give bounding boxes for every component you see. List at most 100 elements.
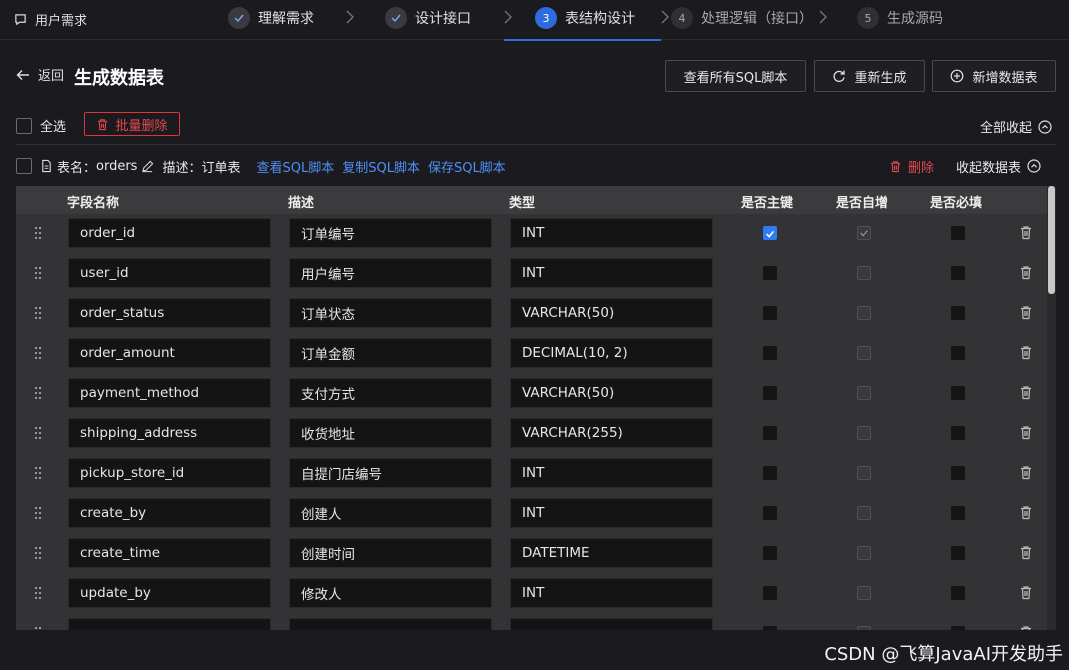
field-type-input[interactable]: DATETIME — [510, 538, 713, 568]
primary-key-checkbox[interactable] — [763, 466, 777, 480]
drag-handle-icon[interactable] — [33, 266, 43, 280]
required-checkbox[interactable] — [951, 266, 965, 280]
view-sql-link[interactable]: 查看SQL脚本 — [256, 157, 334, 176]
auto-increment-checkbox[interactable] — [857, 466, 871, 480]
primary-key-checkbox[interactable] — [763, 226, 777, 240]
field-desc-input[interactable]: 订单状态 — [289, 298, 492, 328]
required-checkbox[interactable] — [951, 626, 965, 630]
auto-increment-checkbox[interactable] — [857, 266, 871, 280]
primary-key-checkbox[interactable] — [763, 266, 777, 280]
trash-icon[interactable] — [1019, 265, 1033, 280]
copy-sql-link[interactable]: 复制SQL脚本 — [342, 157, 420, 176]
required-checkbox[interactable] — [951, 426, 965, 440]
drag-handle-icon[interactable] — [33, 226, 43, 240]
step-logic[interactable]: 4 处理逻辑（接口） — [671, 5, 813, 31]
field-desc-input[interactable]: 自提门店编号 — [289, 458, 492, 488]
auto-increment-checkbox[interactable] — [857, 506, 871, 520]
field-name-input[interactable]: pickup_store_id — [68, 458, 271, 488]
trash-icon[interactable] — [1019, 225, 1033, 240]
field-type-input[interactable]: INT — [510, 218, 713, 248]
edit-icon[interactable] — [141, 160, 154, 173]
auto-increment-checkbox[interactable] — [857, 306, 871, 320]
field-type-input[interactable]: INT — [510, 578, 713, 608]
field-name-input[interactable] — [68, 618, 271, 630]
auto-increment-checkbox[interactable] — [857, 386, 871, 400]
trash-icon[interactable] — [1019, 465, 1033, 480]
required-checkbox[interactable] — [951, 466, 965, 480]
trash-icon[interactable] — [1019, 385, 1033, 400]
field-desc-input[interactable]: 用户编号 — [289, 258, 492, 288]
trash-icon[interactable] — [1019, 305, 1033, 320]
save-sql-link[interactable]: 保存SQL脚本 — [428, 157, 506, 176]
scrollbar-thumb[interactable] — [1048, 186, 1055, 294]
trash-icon[interactable] — [1019, 585, 1033, 600]
drag-handle-icon[interactable] — [33, 626, 43, 630]
drag-handle-icon[interactable] — [33, 466, 43, 480]
field-type-input[interactable]: INT — [510, 458, 713, 488]
auto-increment-checkbox[interactable] — [857, 586, 871, 600]
field-type-input[interactable]: VARCHAR(50) — [510, 298, 713, 328]
field-name-input[interactable]: shipping_address — [68, 418, 271, 448]
primary-key-checkbox[interactable] — [763, 626, 777, 630]
trash-icon[interactable] — [1019, 505, 1033, 520]
field-name-input[interactable]: create_time — [68, 538, 271, 568]
field-desc-input[interactable]: 支付方式 — [289, 378, 492, 408]
drag-handle-icon[interactable] — [33, 546, 43, 560]
collapse-table-button[interactable]: 收起数据表 — [956, 157, 1041, 176]
auto-increment-checkbox[interactable] — [857, 226, 871, 240]
auto-increment-checkbox[interactable] — [857, 346, 871, 360]
primary-key-checkbox[interactable] — [763, 346, 777, 360]
step-design-api[interactable]: 设计接口 — [385, 5, 471, 31]
field-name-input[interactable]: update_by — [68, 578, 271, 608]
delete-table-button[interactable]: 删除 — [889, 157, 934, 176]
brand[interactable]: 用户需求 — [14, 10, 87, 29]
field-desc-input[interactable]: 修改人 — [289, 578, 492, 608]
checkbox[interactable] — [16, 117, 32, 134]
required-checkbox[interactable] — [951, 386, 965, 400]
field-type-input[interactable]: VARCHAR(50) — [510, 378, 713, 408]
field-name-input[interactable]: order_id — [68, 218, 271, 248]
field-desc-input[interactable]: 收货地址 — [289, 418, 492, 448]
regenerate-button[interactable]: 重新生成 — [814, 60, 925, 92]
field-type-input[interactable]: VARCHAR(255) — [510, 418, 713, 448]
required-checkbox[interactable] — [951, 546, 965, 560]
primary-key-checkbox[interactable] — [763, 506, 777, 520]
field-type-input[interactable]: INT — [510, 258, 713, 288]
add-table-button[interactable]: 新增数据表 — [932, 60, 1056, 92]
required-checkbox[interactable] — [951, 226, 965, 240]
required-checkbox[interactable] — [951, 586, 965, 600]
drag-handle-icon[interactable] — [33, 586, 43, 600]
select-all-checkbox[interactable]: 全选 — [16, 116, 66, 135]
trash-icon[interactable] — [1019, 345, 1033, 360]
field-type-input[interactable]: DECIMAL(10, 2) — [510, 338, 713, 368]
trash-icon[interactable] — [1019, 425, 1033, 440]
primary-key-checkbox[interactable] — [763, 546, 777, 560]
field-name-input[interactable]: order_amount — [68, 338, 271, 368]
required-checkbox[interactable] — [951, 346, 965, 360]
step-generate[interactable]: 5 生成源码 — [857, 5, 943, 31]
step-table-design[interactable]: 3 表结构设计 — [535, 5, 635, 31]
auto-increment-checkbox[interactable] — [857, 426, 871, 440]
field-name-input[interactable]: create_by — [68, 498, 271, 528]
batch-delete-button[interactable]: 批量删除 — [84, 112, 180, 136]
view-all-sql-button[interactable]: 查看所有SQL脚本 — [665, 60, 806, 92]
required-checkbox[interactable] — [951, 306, 965, 320]
drag-handle-icon[interactable] — [33, 306, 43, 320]
required-checkbox[interactable] — [951, 506, 965, 520]
field-desc-input[interactable]: 订单金额 — [289, 338, 492, 368]
auto-increment-checkbox[interactable] — [857, 546, 871, 560]
field-name-input[interactable]: payment_method — [68, 378, 271, 408]
primary-key-checkbox[interactable] — [763, 586, 777, 600]
auto-increment-checkbox[interactable] — [857, 626, 871, 630]
trash-icon[interactable] — [1019, 625, 1033, 630]
drag-handle-icon[interactable] — [33, 346, 43, 360]
back-link[interactable]: 返回 — [16, 65, 64, 84]
field-desc-input[interactable] — [289, 618, 492, 630]
field-desc-input[interactable]: 创建时间 — [289, 538, 492, 568]
field-type-input[interactable]: INT — [510, 498, 713, 528]
collapse-all-button[interactable]: 全部收起 — [980, 117, 1052, 136]
field-type-input[interactable] — [510, 618, 713, 630]
drag-handle-icon[interactable] — [33, 426, 43, 440]
step-understand[interactable]: 理解需求 — [228, 5, 314, 31]
field-name-input[interactable]: user_id — [68, 258, 271, 288]
